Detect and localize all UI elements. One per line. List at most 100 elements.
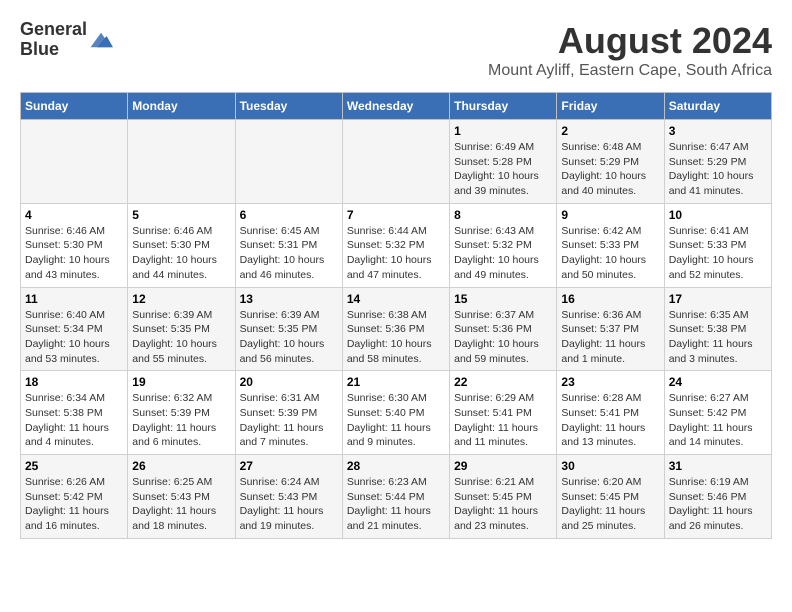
header-cell-sunday: Sunday xyxy=(21,93,128,120)
cell-info: Sunrise: 6:19 AM Sunset: 5:46 PM Dayligh… xyxy=(669,475,767,534)
calendar-cell: 26Sunrise: 6:25 AM Sunset: 5:43 PM Dayli… xyxy=(128,455,235,539)
calendar-cell: 27Sunrise: 6:24 AM Sunset: 5:43 PM Dayli… xyxy=(235,455,342,539)
day-number: 14 xyxy=(347,292,445,306)
day-number: 11 xyxy=(25,292,123,306)
cell-info: Sunrise: 6:21 AM Sunset: 5:45 PM Dayligh… xyxy=(454,475,552,534)
cell-info: Sunrise: 6:42 AM Sunset: 5:33 PM Dayligh… xyxy=(561,224,659,283)
calendar-cell: 25Sunrise: 6:26 AM Sunset: 5:42 PM Dayli… xyxy=(21,455,128,539)
calendar-cell: 18 Sunrise: 6:34 AM Sunset: 5:38 PM Dayli… xyxy=(21,371,128,455)
cell-info: Sunrise: 6:40 AM Sunset: 5:34 PM Dayligh… xyxy=(25,308,123,367)
calendar-header-row: SundayMondayTuesdayWednesdayThursdayFrid… xyxy=(21,93,772,120)
calendar-cell xyxy=(128,120,235,204)
day-number: 1 xyxy=(454,124,552,138)
logo-general: General xyxy=(20,19,87,39)
cell-info: Sunrise: 6:46 AM Sunset: 5:30 PM Dayligh… xyxy=(132,224,230,283)
calendar-cell: 16 Sunrise: 6:36 AM Sunset: 5:37 PM Dayli… xyxy=(557,287,664,371)
cell-info: Sunrise: 6:26 AM Sunset: 5:42 PM Dayligh… xyxy=(25,475,123,534)
calendar-cell: 17 Sunrise: 6:35 AM Sunset: 5:38 PM Dayli… xyxy=(664,287,771,371)
cell-info: Sunrise: 6:34 AM Sunset: 5:38 PM Dayligh… xyxy=(25,391,123,450)
calendar-cell: 22 Sunrise: 6:29 AM Sunset: 5:41 PM Dayli… xyxy=(450,371,557,455)
calendar-cell: 6 Sunrise: 6:45 AM Sunset: 5:31 PM Daylig… xyxy=(235,203,342,287)
calendar-week-row: 18 Sunrise: 6:34 AM Sunset: 5:38 PM Dayli… xyxy=(21,371,772,455)
calendar-cell: 9 Sunrise: 6:42 AM Sunset: 5:33 PM Daylig… xyxy=(557,203,664,287)
calendar-body: 1 Sunrise: 6:49 AM Sunset: 5:28 PM Daylig… xyxy=(21,120,772,539)
cell-info: Sunrise: 6:25 AM Sunset: 5:43 PM Dayligh… xyxy=(132,475,230,534)
calendar-cell: 12 Sunrise: 6:39 AM Sunset: 5:35 PM Dayli… xyxy=(128,287,235,371)
cell-info: Sunrise: 6:27 AM Sunset: 5:42 PM Dayligh… xyxy=(669,391,767,450)
calendar-cell: 4 Sunrise: 6:46 AM Sunset: 5:30 PM Daylig… xyxy=(21,203,128,287)
cell-info: Sunrise: 6:39 AM Sunset: 5:35 PM Dayligh… xyxy=(240,308,338,367)
cell-info: Sunrise: 6:39 AM Sunset: 5:35 PM Dayligh… xyxy=(132,308,230,367)
day-number: 15 xyxy=(454,292,552,306)
day-number: 17 xyxy=(669,292,767,306)
cell-info: Sunrise: 6:32 AM Sunset: 5:39 PM Dayligh… xyxy=(132,391,230,450)
calendar-cell: 2 Sunrise: 6:48 AM Sunset: 5:29 PM Daylig… xyxy=(557,120,664,204)
calendar-table: SundayMondayTuesdayWednesdayThursdayFrid… xyxy=(20,92,772,539)
calendar-cell xyxy=(342,120,449,204)
calendar-cell xyxy=(235,120,342,204)
day-number: 3 xyxy=(669,124,767,138)
day-number: 12 xyxy=(132,292,230,306)
day-number: 8 xyxy=(454,208,552,222)
cell-info: Sunrise: 6:36 AM Sunset: 5:37 PM Dayligh… xyxy=(561,308,659,367)
calendar-week-row: 25Sunrise: 6:26 AM Sunset: 5:42 PM Dayli… xyxy=(21,455,772,539)
calendar-cell: 30Sunrise: 6:20 AM Sunset: 5:45 PM Dayli… xyxy=(557,455,664,539)
day-number: 21 xyxy=(347,375,445,389)
calendar-week-row: 4 Sunrise: 6:46 AM Sunset: 5:30 PM Daylig… xyxy=(21,203,772,287)
calendar-cell: 13Sunrise: 6:39 AM Sunset: 5:35 PM Dayli… xyxy=(235,287,342,371)
cell-info: Sunrise: 6:28 AM Sunset: 5:41 PM Dayligh… xyxy=(561,391,659,450)
cell-info: Sunrise: 6:49 AM Sunset: 5:28 PM Dayligh… xyxy=(454,140,552,199)
main-title: August 2024 xyxy=(488,20,772,62)
day-number: 22 xyxy=(454,375,552,389)
calendar-cell: 20 Sunrise: 6:31 AM Sunset: 5:39 PM Dayli… xyxy=(235,371,342,455)
calendar-week-row: 11 Sunrise: 6:40 AM Sunset: 5:34 PM Dayli… xyxy=(21,287,772,371)
day-number: 24 xyxy=(669,375,767,389)
day-number: 4 xyxy=(25,208,123,222)
cell-info: Sunrise: 6:20 AM Sunset: 5:45 PM Dayligh… xyxy=(561,475,659,534)
cell-info: Sunrise: 6:46 AM Sunset: 5:30 PM Dayligh… xyxy=(25,224,123,283)
cell-info: Sunrise: 6:35 AM Sunset: 5:38 PM Dayligh… xyxy=(669,308,767,367)
title-section: August 2024 Mount Ayliff, Eastern Cape, … xyxy=(488,20,772,80)
day-number: 16 xyxy=(561,292,659,306)
calendar-cell: 24 Sunrise: 6:27 AM Sunset: 5:42 PM Dayli… xyxy=(664,371,771,455)
calendar-cell: 21 Sunrise: 6:30 AM Sunset: 5:40 PM Dayli… xyxy=(342,371,449,455)
day-number: 9 xyxy=(561,208,659,222)
day-number: 10 xyxy=(669,208,767,222)
cell-info: Sunrise: 6:43 AM Sunset: 5:32 PM Dayligh… xyxy=(454,224,552,283)
day-number: 29 xyxy=(454,459,552,473)
header-cell-friday: Friday xyxy=(557,93,664,120)
calendar-cell: 14Sunrise: 6:38 AM Sunset: 5:36 PM Dayli… xyxy=(342,287,449,371)
cell-info: Sunrise: 6:48 AM Sunset: 5:29 PM Dayligh… xyxy=(561,140,659,199)
cell-info: Sunrise: 6:30 AM Sunset: 5:40 PM Dayligh… xyxy=(347,391,445,450)
calendar-cell xyxy=(21,120,128,204)
logo: General Blue xyxy=(20,20,113,60)
logo-icon xyxy=(89,31,113,49)
cell-info: Sunrise: 6:29 AM Sunset: 5:41 PM Dayligh… xyxy=(454,391,552,450)
calendar-cell: 8 Sunrise: 6:43 AM Sunset: 5:32 PM Daylig… xyxy=(450,203,557,287)
cell-info: Sunrise: 6:44 AM Sunset: 5:32 PM Dayligh… xyxy=(347,224,445,283)
header-cell-thursday: Thursday xyxy=(450,93,557,120)
header-cell-saturday: Saturday xyxy=(664,93,771,120)
logo-blue: Blue xyxy=(20,39,59,59)
cell-info: Sunrise: 6:37 AM Sunset: 5:36 PM Dayligh… xyxy=(454,308,552,367)
day-number: 20 xyxy=(240,375,338,389)
cell-info: Sunrise: 6:31 AM Sunset: 5:39 PM Dayligh… xyxy=(240,391,338,450)
day-number: 18 xyxy=(25,375,123,389)
calendar-cell: 10 Sunrise: 6:41 AM Sunset: 5:33 PM Dayli… xyxy=(664,203,771,287)
header-cell-monday: Monday xyxy=(128,93,235,120)
header-cell-tuesday: Tuesday xyxy=(235,93,342,120)
calendar-cell: 11 Sunrise: 6:40 AM Sunset: 5:34 PM Dayli… xyxy=(21,287,128,371)
sub-title: Mount Ayliff, Eastern Cape, South Africa xyxy=(488,62,772,80)
header-cell-wednesday: Wednesday xyxy=(342,93,449,120)
calendar-week-row: 1 Sunrise: 6:49 AM Sunset: 5:28 PM Daylig… xyxy=(21,120,772,204)
day-number: 2 xyxy=(561,124,659,138)
calendar-cell: 31Sunrise: 6:19 AM Sunset: 5:46 PM Dayli… xyxy=(664,455,771,539)
day-number: 6 xyxy=(240,208,338,222)
calendar-cell: 15 Sunrise: 6:37 AM Sunset: 5:36 PM Dayli… xyxy=(450,287,557,371)
day-number: 7 xyxy=(347,208,445,222)
cell-info: Sunrise: 6:47 AM Sunset: 5:29 PM Dayligh… xyxy=(669,140,767,199)
cell-info: Sunrise: 6:45 AM Sunset: 5:31 PM Dayligh… xyxy=(240,224,338,283)
cell-info: Sunrise: 6:23 AM Sunset: 5:44 PM Dayligh… xyxy=(347,475,445,534)
calendar-cell: 5Sunrise: 6:46 AM Sunset: 5:30 PM Daylig… xyxy=(128,203,235,287)
cell-info: Sunrise: 6:41 AM Sunset: 5:33 PM Dayligh… xyxy=(669,224,767,283)
